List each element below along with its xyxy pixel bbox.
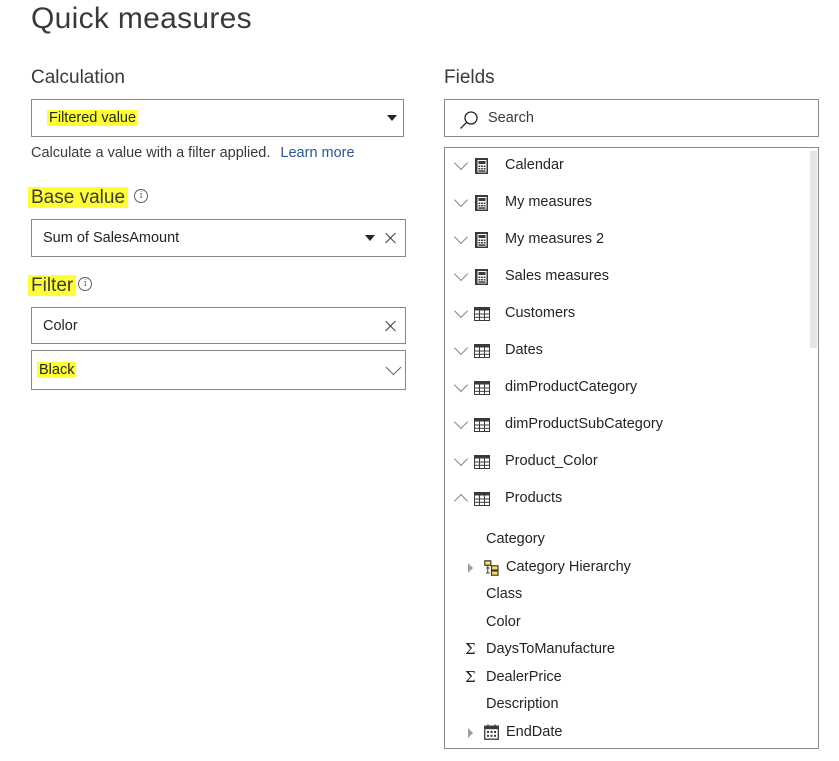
chevron-down-icon [385,359,402,376]
field-name: EndDate [506,724,563,740]
table-row-sales-measures[interactable]: Sales measures [445,264,805,290]
field-row-category-hierarchy[interactable]: Category Hierarchy [445,554,805,580]
chevron-down-icon[interactable] [453,451,469,467]
field-row-description[interactable]: Description [445,691,805,717]
chevron-down-icon[interactable] [453,155,469,171]
base-value-text: Sum of SalesAmount [43,230,180,246]
table-icon [474,344,490,358]
learn-more-link[interactable]: Learn more [280,145,354,161]
chevron-down-icon[interactable] [453,303,469,319]
table-row-products[interactable]: Products [445,486,805,512]
calculator-icon [475,195,488,211]
page-title: Quick measures [31,2,252,35]
table-icon [474,418,490,432]
table-icon [474,492,490,506]
chevron-down-icon[interactable] [453,192,469,208]
field-row-dealerprice[interactable]: Σ DealerPrice [445,664,805,690]
calculator-icon [475,232,488,248]
chevron-up-icon[interactable] [453,493,469,509]
field-name: Category Hierarchy [506,559,631,575]
field-name: DaysToManufacture [486,641,615,657]
field-name: Category [486,531,545,547]
table-row-dates[interactable]: Dates [445,338,805,364]
field-row-category[interactable]: Category [445,526,805,552]
table-icon [474,307,490,321]
table-name: My measures 2 [505,231,605,247]
calculation-selected-value: Filtered value [47,110,139,126]
search-icon [460,111,478,129]
field-name: Class [486,586,523,602]
hierarchy-icon [484,560,499,576]
filter-field[interactable]: Color [31,307,406,344]
fields-search-input[interactable]: Search [444,99,819,137]
info-icon[interactable]: i [134,188,149,203]
chevron-down-icon[interactable] [453,266,469,282]
filter-label-group: Filter i [28,275,93,297]
caret-down-icon [387,115,397,121]
filter-value-text: Black [37,362,77,378]
filter-field-text: Color [43,317,78,334]
table-name: Sales measures [505,268,609,284]
field-name: Color [486,614,521,630]
base-value-label-group: Base value i [28,187,149,209]
base-value-field[interactable]: Sum of SalesAmount [31,219,406,257]
fields-label: Fields [444,67,495,88]
sigma-icon: Σ [465,640,476,658]
base-value-label: Base value [28,187,129,208]
field-row-color[interactable]: Color [445,609,805,635]
table-name: dimProductCategory [505,379,638,395]
table-name: dimProductSubCategory [505,416,663,432]
field-name: DealerPrice [486,669,562,685]
table-row-dimproductsubcategory[interactable]: dimProductSubCategory [445,412,805,438]
table-name: Product_Color [505,453,598,469]
table-name: Dates [505,342,543,358]
table-name: My measures [505,194,593,210]
sigma-icon: Σ [465,668,476,686]
table-icon [474,381,490,395]
table-row-customers[interactable]: Customers [445,301,805,327]
calculation-dropdown[interactable]: Filtered value [31,99,404,137]
chevron-down-icon[interactable] [453,377,469,393]
calendar-icon [484,724,499,740]
table-row-my-measures[interactable]: My measures [445,190,805,216]
expand-triangle-icon[interactable] [468,728,473,738]
calculator-icon [475,269,488,285]
expand-triangle-icon[interactable] [468,563,473,573]
chevron-down-icon[interactable] [453,229,469,245]
scrollbar-thumb[interactable] [810,151,817,348]
field-row-class[interactable]: Class [445,581,805,607]
field-row-enddate[interactable]: EndDate [445,719,805,745]
table-row-product-color[interactable]: Product_Color [445,449,805,475]
chevron-down-icon[interactable] [453,414,469,430]
table-name: Customers [505,305,576,321]
chevron-down-icon[interactable] [453,340,469,356]
caret-down-icon[interactable] [365,235,375,241]
table-name: Products [505,490,563,506]
calculation-label: Calculation [31,67,125,88]
table-row-dimproductcategory[interactable]: dimProductCategory [445,375,805,401]
calculation-description: Calculate a value with a filter applied.… [31,145,355,161]
calculation-description-text: Calculate a value with a filter applied. [31,145,271,161]
search-placeholder: Search [488,110,534,126]
info-icon[interactable]: i [78,276,93,291]
calculator-icon [475,158,488,174]
field-name: Description [486,696,559,712]
table-icon [474,455,490,469]
table-row-calendar[interactable]: Calendar [445,153,805,179]
field-row-daystomanufacture[interactable]: Σ DaysToManufacture [445,636,805,662]
filter-value-dropdown[interactable]: Black [31,350,406,390]
table-name: Calendar [505,157,564,173]
clear-icon[interactable] [385,232,397,244]
clear-icon[interactable] [385,320,397,332]
table-row-my-measures-2[interactable]: My measures 2 [445,227,805,253]
fields-list: Calendar My measures My measures 2 Sales… [444,147,819,749]
filter-label: Filter [28,275,77,296]
